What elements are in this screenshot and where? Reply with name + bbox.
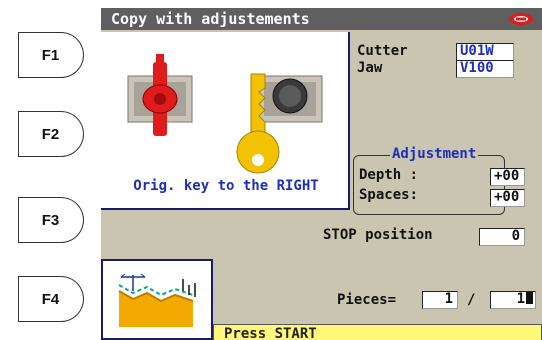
f1-key[interactable]: F1: [18, 32, 84, 78]
silca-logo-icon: [509, 13, 533, 25]
depth-label: Depth :: [359, 167, 419, 183]
key-orientation-caption: Orig. key to the RIGHT: [133, 178, 319, 194]
status-message: Press START: [224, 326, 317, 340]
right-clamp-icon: [257, 75, 323, 123]
pieces-total-value: 1: [516, 291, 525, 307]
f3-key[interactable]: F3: [18, 197, 84, 243]
depth-input[interactable]: +00: [490, 168, 525, 186]
key-clamp-illustration: [127, 54, 323, 174]
stop-position-input[interactable]: 0: [479, 228, 525, 246]
title-bar: Copy with adjustements: [101, 8, 542, 30]
pieces-separator: /: [467, 292, 476, 308]
cutter-value: U01W: [456, 43, 514, 61]
key-cut-profile-icon: [118, 273, 196, 327]
f4-key[interactable]: F4: [18, 276, 84, 322]
status-bar: Press START: [213, 324, 542, 340]
cutter-label: Cutter: [357, 43, 408, 59]
stop-position-label: STOP position: [323, 227, 433, 243]
f2-key[interactable]: F2: [18, 111, 84, 157]
pieces-total-input[interactable]: 1: [490, 291, 536, 309]
machine-screen: Copy with adjustements Orig. key to the …: [101, 8, 542, 340]
text-cursor: [526, 292, 533, 304]
window-title: Copy with adjustements: [111, 10, 310, 28]
jaw-label: Jaw: [357, 60, 383, 76]
adjustment-title: Adjustment: [390, 146, 479, 162]
spaces-input[interactable]: +00: [490, 189, 525, 207]
jaw-value: V100: [456, 60, 514, 78]
adjustment-group: Adjustment: [353, 146, 505, 215]
left-clamp-icon: [127, 54, 193, 136]
copy-mode-button[interactable]: [101, 259, 213, 340]
pieces-label: Pieces=: [337, 292, 397, 308]
pieces-done-value: 1: [422, 291, 458, 309]
spaces-label: Spaces:: [359, 187, 419, 203]
